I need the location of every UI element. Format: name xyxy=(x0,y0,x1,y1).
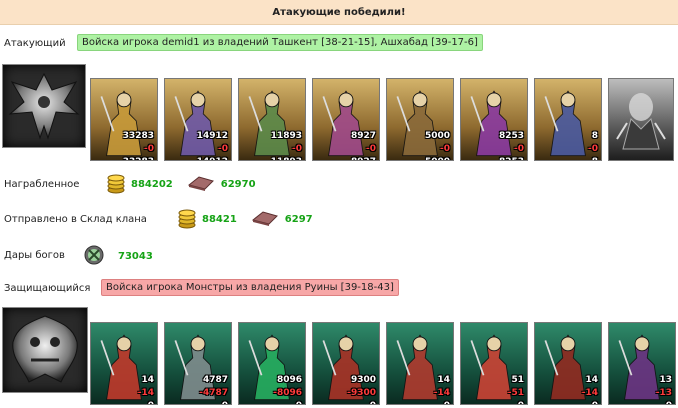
attacker-unit-count: 33283 xyxy=(122,131,154,141)
defender-unit-remaining: 0 xyxy=(666,401,672,404)
defender-unit-count: 13 xyxy=(659,375,672,385)
attacker-unit-card[interactable]: 14912 -0 14912 xyxy=(164,78,232,161)
defender-unit-remaining: 0 xyxy=(148,401,154,404)
attacker-unit-remaining: 8927 xyxy=(351,157,376,160)
attacker-unit-remaining: 11893 xyxy=(271,157,302,160)
defender-unit-card[interactable]: 14 -14 0 xyxy=(534,322,602,405)
attacker-unit-loss: -0 xyxy=(514,144,524,154)
defender-unit-card[interactable]: 51 -51 0 xyxy=(460,322,528,405)
attacker-unit-loss: -0 xyxy=(366,144,376,154)
stone-icon xyxy=(187,175,215,194)
defender-unit-loss: -13 xyxy=(655,388,672,398)
defender-unit-remaining: 0 xyxy=(444,401,450,404)
clan-storage-label: Отправлено в Склад клана xyxy=(4,214,147,225)
loot-gold-value: 884202 xyxy=(131,179,173,190)
defender-unit-card[interactable]: 14 -14 0 xyxy=(386,322,454,405)
defender-unit-remaining: 0 xyxy=(296,401,302,404)
attacker-unit-remaining: 8 xyxy=(592,157,598,160)
defender-unit-loss: -14 xyxy=(581,388,598,398)
defender-unit-count: 8096 xyxy=(276,375,302,385)
attacker-description[interactable]: Войска игрока demid1 из владений Ташкент… xyxy=(77,34,483,51)
attacker-unit-loss: -0 xyxy=(588,144,598,154)
defender-unit-loss: -4787 xyxy=(199,388,228,398)
defender-unit-loss: -14 xyxy=(433,388,450,398)
defender-unit-remaining: 0 xyxy=(518,401,524,404)
attacker-unit-count: 8 xyxy=(591,131,598,141)
attacker-unit-count: 11893 xyxy=(270,131,302,141)
gods-gifts-value: 73043 xyxy=(118,251,153,262)
defender-unit-loss: -8096 xyxy=(273,388,302,398)
loot-stone-value: 62970 xyxy=(220,179,256,190)
attacker-unit-loss: -0 xyxy=(440,144,450,154)
attacker-emblem-icon xyxy=(2,64,86,148)
attacker-unit-extra[interactable] xyxy=(608,78,674,161)
attacker-unit-card[interactable]: 8927 -0 8927 xyxy=(312,78,380,161)
defender-unit-loss: -51 xyxy=(507,388,524,398)
loot-label: Награбленное xyxy=(4,179,80,190)
attacker-unit-card[interactable]: 8 -0 8 xyxy=(534,78,602,161)
defender-unit-loss: -14 xyxy=(137,388,154,398)
battle-result-banner: Атакующие победили! xyxy=(0,0,678,25)
attacker-unit-card[interactable]: 5000 -0 5000 xyxy=(386,78,454,161)
attacker-unit-count: 14912 xyxy=(196,131,228,141)
clan-storage-gold-value: 88421 xyxy=(202,214,237,225)
defender-description[interactable]: Войска игрока Монстры из владения Руины … xyxy=(101,279,399,296)
defender-emblem-icon xyxy=(2,307,88,393)
defender-unit-count: 14 xyxy=(141,375,154,385)
defender-unit-remaining: 0 xyxy=(592,401,598,404)
defender-unit-card[interactable]: 8096 -8096 0 xyxy=(238,322,306,405)
battle-result-text: Атакующие победили! xyxy=(272,6,406,18)
attacker-unit-remaining: 33283 xyxy=(123,157,154,160)
defender-unit-remaining: 0 xyxy=(222,401,228,404)
attacker-unit-card[interactable]: 11893 -0 11893 xyxy=(238,78,306,161)
defender-unit-count: 4787 xyxy=(202,375,228,385)
defender-unit-card[interactable]: 4787 -4787 0 xyxy=(164,322,232,405)
defender-unit-count: 14 xyxy=(437,375,450,385)
stone-icon xyxy=(251,210,279,229)
defender-unit-card[interactable]: 13 -13 0 xyxy=(608,322,676,405)
attacker-label: Атакующий xyxy=(4,38,66,49)
defender-unit-loss: -9300 xyxy=(347,388,376,398)
attacker-unit-count: 5000 xyxy=(424,131,450,141)
attacker-unit-loss: -0 xyxy=(218,144,228,154)
clan-storage-stone-value: 6297 xyxy=(284,214,313,225)
gods-gift-orb-icon xyxy=(84,245,104,268)
defender-unit-count: 51 xyxy=(511,375,524,385)
attacker-unit-loss: -0 xyxy=(144,144,154,154)
attacker-unit-card[interactable]: 33283 -0 33283 xyxy=(90,78,158,161)
gold-coins-icon xyxy=(107,172,125,197)
defender-unit-count: 9300 xyxy=(350,375,376,385)
gold-coins-icon xyxy=(178,207,196,232)
defender-unit-count: 14 xyxy=(585,375,598,385)
attacker-unit-count: 8253 xyxy=(498,131,524,141)
attacker-unit-count: 8927 xyxy=(350,131,376,141)
attacker-unit-remaining: 8253 xyxy=(499,157,524,160)
defender-unit-card[interactable]: 9300 -9300 0 xyxy=(312,322,380,405)
attacker-unit-remaining: 5000 xyxy=(425,157,450,160)
defender-unit-card[interactable]: 14 -14 0 xyxy=(90,322,158,405)
attacker-unit-card[interactable]: 8253 -0 8253 xyxy=(460,78,528,161)
defender-unit-remaining: 0 xyxy=(370,401,376,404)
attacker-unit-remaining: 14912 xyxy=(197,157,228,160)
gods-gifts-label: Дары богов xyxy=(4,250,65,261)
defender-label: Защищающийся xyxy=(4,283,91,294)
attacker-unit-loss: -0 xyxy=(292,144,302,154)
